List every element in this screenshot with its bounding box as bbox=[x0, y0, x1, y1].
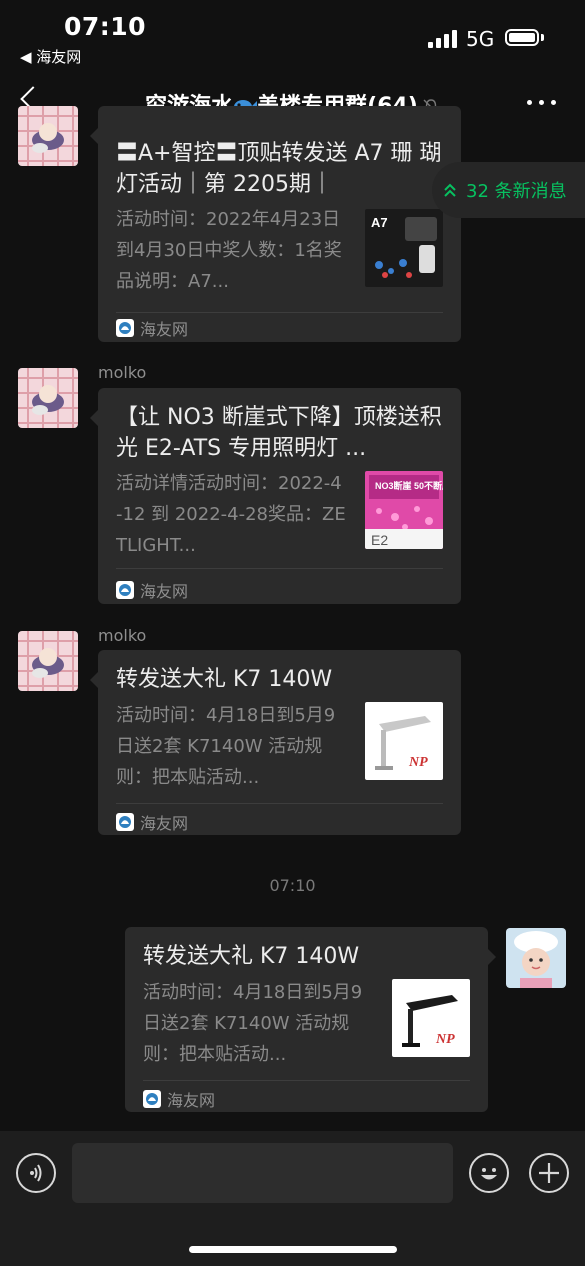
network-type: 5G bbox=[466, 27, 495, 51]
card-thumbnail: A7 bbox=[365, 209, 443, 287]
card-source: 海友网 bbox=[116, 810, 188, 834]
thumb-label: NP bbox=[435, 1032, 455, 1047]
source-logo-icon bbox=[143, 1090, 161, 1108]
more-actions-button[interactable] bbox=[529, 1153, 569, 1193]
more-options-button[interactable] bbox=[527, 100, 559, 108]
status-time: 07:10 bbox=[64, 12, 147, 41]
battery-cap bbox=[541, 34, 544, 41]
sender-name: molko bbox=[98, 363, 147, 382]
bubble-tail bbox=[90, 410, 98, 426]
card-divider bbox=[116, 312, 443, 313]
new-messages-banner[interactable]: 32 条新消息 bbox=[432, 162, 585, 218]
link-card[interactable]: 【让 NO3 断崖式下降】顶楼送积光 E2-ATS 专用照明灯 ... 活动详情… bbox=[90, 388, 461, 604]
voice-icon bbox=[30, 1164, 42, 1182]
card-divider bbox=[116, 803, 443, 804]
source-logo-icon bbox=[116, 813, 134, 831]
signal-icon bbox=[428, 30, 458, 48]
card-divider bbox=[116, 568, 443, 569]
card-source: 海友网 bbox=[143, 1087, 215, 1111]
link-card[interactable]: 转发送大礼 K7 140W 活动时间：4月18日到5月9日送2套 K7140W … bbox=[125, 927, 496, 1112]
sender-name: molko bbox=[98, 626, 147, 645]
card-thumbnail: NP bbox=[365, 702, 443, 780]
source-logo-icon bbox=[116, 581, 134, 599]
card-title: 转发送大礼 K7 140W bbox=[143, 944, 360, 969]
card-source-label: 海友网 bbox=[167, 1091, 216, 1110]
card-source-label: 海友网 bbox=[140, 582, 189, 601]
card-description: 活动时间：4月18日到5月9日送2套 K7140W 活动规则：把本贴活动... bbox=[116, 705, 336, 788]
thumb-label: NP bbox=[408, 755, 428, 770]
back-to-app-link[interactable]: ◀ 海友网 bbox=[20, 46, 81, 67]
avatar-self[interactable] bbox=[506, 928, 566, 988]
avatar-molko[interactable] bbox=[18, 631, 78, 691]
bubble-tail bbox=[488, 949, 496, 965]
card-title: 〓A+智控〓顶贴转发送 A7 珊 瑚灯活动｜第 2205期｜ bbox=[116, 141, 442, 197]
link-card[interactable]: 〓A+智控〓顶贴转发送 A7 珊 瑚灯活动｜第 2205期｜ 活动时间：2022… bbox=[90, 106, 461, 342]
plus-icon bbox=[539, 1163, 559, 1183]
card-divider bbox=[143, 1080, 470, 1081]
battery-icon bbox=[505, 29, 539, 46]
bubble-tail bbox=[90, 672, 98, 688]
message-input[interactable] bbox=[72, 1143, 453, 1203]
home-indicator[interactable] bbox=[189, 1246, 397, 1253]
source-logo-icon bbox=[116, 319, 134, 337]
card-description: 活动时间：4月18日到5月9日送2套 K7140W 活动规则：把本贴活动... bbox=[143, 982, 363, 1065]
link-card[interactable]: 转发送大礼 K7 140W 活动时间：4月18日到5月9日送2套 K7140W … bbox=[90, 650, 461, 835]
card-source: 海友网 bbox=[116, 578, 188, 602]
avatar-molko[interactable] bbox=[18, 368, 78, 428]
card-source: 海友网 bbox=[116, 316, 188, 340]
card-title: 【让 NO3 断崖式下降】顶楼送积光 E2-ATS 专用照明灯 ... bbox=[116, 405, 442, 461]
emoji-button[interactable] bbox=[469, 1153, 509, 1193]
card-thumbnail: NP bbox=[392, 979, 470, 1057]
card-source-label: 海友网 bbox=[140, 320, 189, 339]
emoji-icon bbox=[481, 1168, 497, 1180]
card-title: 转发送大礼 K7 140W bbox=[116, 667, 333, 692]
bubble-tail bbox=[90, 128, 98, 144]
card-thumbnail: NO3断崖 50不断崖 E2 bbox=[365, 471, 443, 549]
card-description: 活动详情活动时间：2022-4-12 到 2022-4-28奖品：ZETLIGH… bbox=[116, 473, 346, 556]
new-messages-count: 32 条新消息 bbox=[466, 181, 567, 202]
message-timestamp: 07:10 bbox=[269, 876, 316, 895]
avatar-molko[interactable] bbox=[18, 106, 78, 166]
thumb-label: E2 bbox=[371, 532, 388, 548]
thumb-label: NO3断崖 50不断崖 bbox=[375, 480, 443, 491]
thumb-label: A7 bbox=[371, 215, 388, 230]
card-source-label: 海友网 bbox=[140, 814, 189, 833]
card-description: 活动时间：2022年4月23日到4月30日中奖人数：1名奖品说明：A7... bbox=[116, 209, 342, 292]
voice-input-button[interactable] bbox=[16, 1153, 56, 1193]
double-chevron-up-icon bbox=[444, 183, 456, 197]
